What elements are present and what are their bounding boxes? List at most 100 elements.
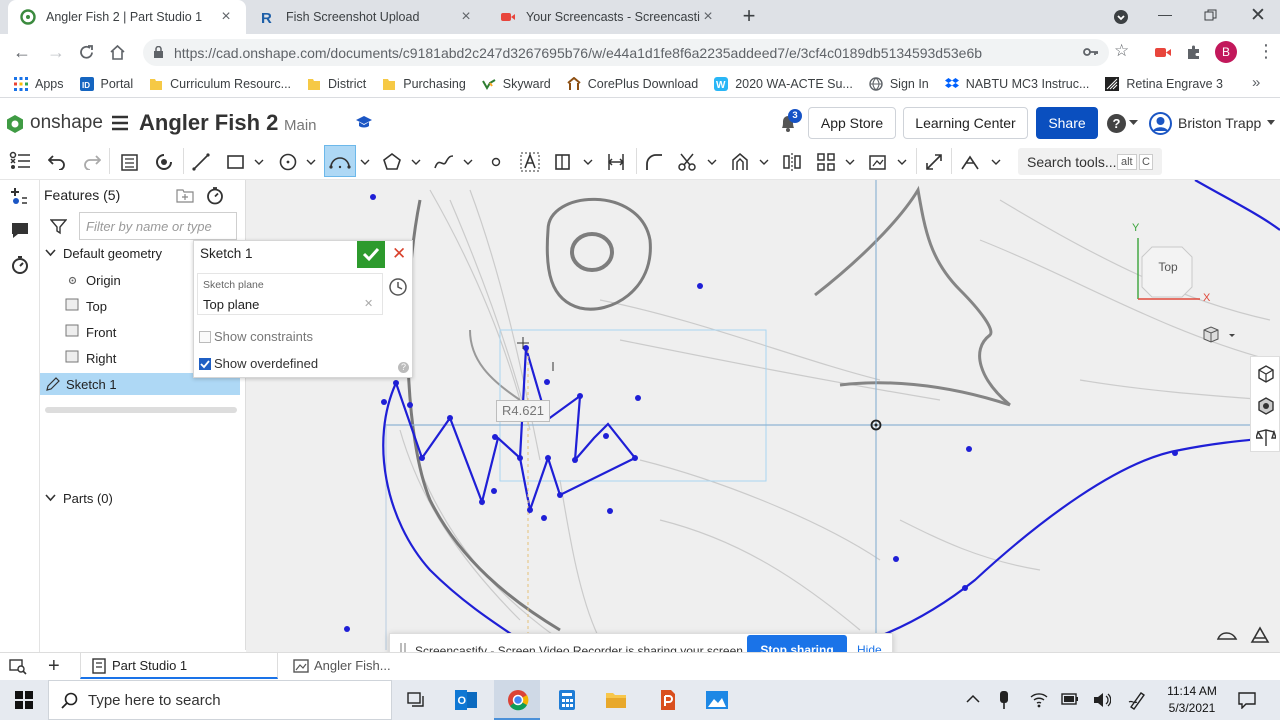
undo-icon[interactable] (45, 150, 69, 174)
mass-properties-icon[interactable] (1256, 428, 1276, 448)
chevron-down-icon[interactable] (759, 157, 769, 167)
show-overdefined-label[interactable]: Show overdefined (214, 356, 318, 371)
feature-origin[interactable]: Origin (86, 268, 121, 292)
comments-icon[interactable] (10, 221, 30, 239)
insert-feature-icon[interactable] (10, 186, 28, 206)
learning-center-button[interactable]: Learning Center (903, 107, 1028, 139)
feature-top-plane[interactable]: Top (86, 294, 107, 318)
tab-angler-fish[interactable]: Angler Fish 2 | Part Studio 1 × (8, 0, 246, 34)
mirror-tool-icon[interactable] (780, 150, 804, 174)
fillet-tool-icon[interactable] (642, 150, 666, 174)
bookmark-wa-acte[interactable]: W 2020 WA-ACTE Su... (714, 76, 853, 91)
user-name[interactable]: Briston Trapp (1178, 115, 1261, 131)
feature-right-plane[interactable]: Right (86, 346, 116, 370)
bookmark-coreplus[interactable]: CorePlus Download (567, 76, 698, 91)
tab-fish-screenshot[interactable]: R Fish Screenshot Upload × (248, 0, 486, 34)
radius-dimension-label[interactable]: R4.621 (496, 400, 550, 422)
battery-icon[interactable] (1061, 693, 1079, 705)
chevron-down-icon[interactable] (45, 249, 56, 257)
show-constraints-label[interactable]: Show constraints (214, 329, 313, 344)
bookmark-skyward[interactable]: Skyward (481, 77, 551, 91)
point-tool-icon[interactable] (484, 150, 508, 174)
rollback-timer-icon[interactable] (206, 186, 224, 205)
lock-icon[interactable] (153, 46, 164, 59)
cancel-sketch-icon[interactable]: ✕ (392, 244, 406, 264)
add-tab-button[interactable]: + (48, 655, 60, 678)
search-tools-label[interactable]: Search tools... (1027, 154, 1117, 170)
chevron-down-icon[interactable] (707, 157, 717, 167)
bookmark-retina[interactable]: Retina Engrave 3 (1105, 76, 1223, 91)
render-panel-icon[interactable] (1256, 396, 1276, 416)
onshape-logo-icon[interactable] (5, 114, 25, 134)
accept-sketch-button[interactable] (357, 241, 385, 268)
extensions-puzzle-icon[interactable] (1186, 44, 1202, 60)
chevron-down-icon[interactable] (254, 157, 264, 167)
insert-image-icon[interactable] (552, 150, 576, 174)
constraint-tool-icon[interactable] (958, 150, 982, 174)
bookmark-star-icon[interactable]: ☆ (1114, 41, 1129, 61)
close-window-icon[interactable]: ✕ (1250, 4, 1266, 27)
finish-sketch-icon[interactable] (152, 150, 176, 174)
restore-icon[interactable] (1204, 9, 1217, 22)
tab-image-label[interactable]: Angler Fish... (314, 658, 391, 673)
pen-workspace-icon[interactable] (1128, 690, 1146, 710)
line-tool-icon[interactable] (189, 150, 213, 174)
feature-list-icon[interactable] (9, 151, 31, 171)
chevron-down-icon[interactable] (583, 157, 593, 167)
photos-icon[interactable] (705, 689, 729, 711)
windows-start-icon[interactable] (15, 691, 33, 709)
rectangle-tool-icon[interactable] (224, 150, 248, 174)
spline-tool-icon[interactable] (432, 150, 456, 174)
trim-tool-icon[interactable] (675, 150, 699, 174)
chevron-down-icon[interactable] (306, 157, 316, 167)
chevron-down-icon[interactable] (1267, 120, 1275, 126)
outlook-icon[interactable]: O (454, 689, 478, 711)
tab-part-studio-label[interactable]: Part Studio 1 (112, 658, 187, 673)
chevron-down-icon[interactable] (411, 157, 421, 167)
bookmark-portal[interactable]: ID Portal (79, 76, 133, 91)
pattern-tool-icon[interactable] (814, 150, 838, 174)
view-options-cube-icon[interactable] (1202, 326, 1236, 344)
sketch-tool-icon[interactable] (118, 150, 142, 174)
polygon-tool-icon[interactable] (380, 150, 404, 174)
section-view-icon[interactable] (1250, 626, 1270, 644)
chevron-down-icon[interactable] (845, 157, 855, 167)
show-constraints-checkbox[interactable] (199, 331, 211, 343)
network-wifi-icon[interactable] (1030, 690, 1048, 708)
taskbar-time[interactable]: 11:14 AM (1160, 684, 1224, 698)
close-tab-icon[interactable]: × (218, 8, 234, 26)
task-view-icon[interactable] (406, 691, 426, 709)
redo-icon[interactable] (80, 150, 104, 174)
bookmark-district[interactable]: District (307, 77, 366, 91)
dimension-tool-icon[interactable] (604, 150, 628, 174)
usb-device-icon[interactable] (998, 690, 1010, 710)
text-tool-icon[interactable] (518, 150, 542, 174)
app-pen-icon[interactable] (657, 688, 677, 712)
chrome-icon[interactable] (507, 689, 529, 711)
rollback-bar[interactable] (45, 407, 237, 413)
chevron-down-icon[interactable] (897, 157, 907, 167)
use-tool-icon[interactable] (922, 150, 946, 174)
app-store-button[interactable]: App Store (808, 107, 896, 139)
show-overdefined-checkbox[interactable] (199, 358, 211, 370)
chevron-down-icon[interactable] (1129, 120, 1138, 126)
share-button[interactable]: Share (1036, 107, 1098, 139)
tab-screencastify[interactable]: Your Screencasts - Screencastify × (488, 0, 728, 34)
taskbar-date[interactable]: 5/3/2021 (1160, 701, 1224, 715)
view-normal-icon[interactable] (388, 277, 408, 297)
offset-tool-icon[interactable] (728, 150, 752, 174)
sketch-plane-value[interactable]: Top plane (203, 297, 259, 312)
show-hidden-icons-chevron-icon[interactable] (966, 694, 980, 704)
clear-plane-icon[interactable]: ✕ (364, 297, 373, 310)
close-tab-icon[interactable]: × (458, 8, 474, 26)
close-tab-icon[interactable]: × (700, 8, 716, 26)
history-stopwatch-icon[interactable] (11, 255, 29, 275)
new-tab-button[interactable]: + (739, 5, 759, 27)
chevron-down-icon[interactable] (991, 157, 1001, 167)
parts-group[interactable]: Parts (0) (63, 486, 113, 510)
transform-tool-icon[interactable] (866, 150, 890, 174)
branch-label[interactable]: Main (284, 117, 317, 134)
tab-search-icon[interactable] (1113, 9, 1129, 25)
measure-tool-icon[interactable] (1216, 627, 1238, 643)
bookmark-purchasing[interactable]: Purchasing (382, 77, 466, 91)
